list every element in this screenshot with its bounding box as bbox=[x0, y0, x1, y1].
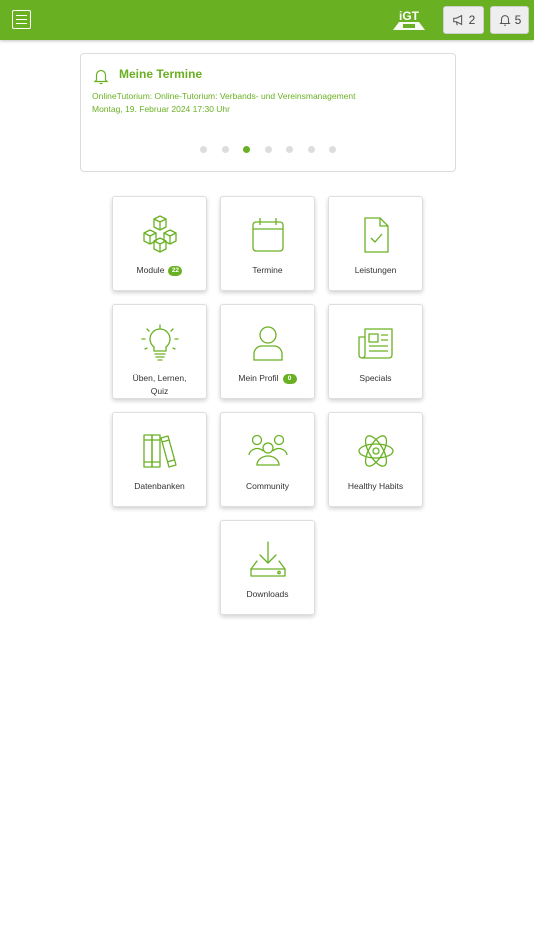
appointment-event[interactable]: OnlineTutorium: Online-Tutorium: Verband… bbox=[92, 91, 355, 101]
download-icon bbox=[250, 541, 286, 577]
tile-downloads[interactable]: Downloads bbox=[220, 520, 315, 615]
tile-label: Leistungen bbox=[354, 265, 397, 275]
atom-icon bbox=[358, 435, 394, 467]
pager-dot-active[interactable] bbox=[243, 146, 250, 153]
lightbulb-icon bbox=[141, 324, 179, 361]
bell-icon bbox=[499, 15, 511, 26]
tile-label: Mein Profil 0 bbox=[223, 372, 312, 385]
pager-dot[interactable] bbox=[329, 146, 336, 153]
announcements-button[interactable]: 2 bbox=[443, 6, 484, 34]
tile-healthy-habits[interactable]: Healthy Habits bbox=[328, 412, 423, 507]
svg-text:iGT: iGT bbox=[399, 9, 420, 23]
top-bar: iGT 2 5 bbox=[0, 0, 534, 40]
tile-label: Module 22 bbox=[115, 264, 204, 277]
calendar-icon bbox=[252, 218, 284, 252]
tile-termine[interactable]: Termine bbox=[220, 196, 315, 291]
tile-label: Specials bbox=[359, 373, 392, 383]
group-icon bbox=[248, 434, 288, 466]
tile-label: Üben, Lernen, Quiz bbox=[132, 373, 187, 396]
tile-datenbanken[interactable]: Datenbanken bbox=[112, 412, 207, 507]
pager-dot[interactable] bbox=[307, 146, 315, 153]
tile-ueben[interactable]: Üben, Lernen, Quiz bbox=[112, 304, 207, 399]
document-check-icon bbox=[364, 217, 389, 253]
user-icon bbox=[253, 326, 283, 361]
appointments-card[interactable]: Meine Termine OnlineTutorium: Online-Tut… bbox=[80, 53, 456, 172]
tile-leistungen[interactable]: Leistungen bbox=[328, 196, 423, 291]
profile-count-badge: 0 bbox=[282, 374, 297, 384]
megaphone-icon bbox=[452, 14, 462, 26]
announcements-count: 2 bbox=[468, 13, 476, 27]
tile-mein-profil[interactable]: Mein Profil 0 bbox=[220, 304, 315, 399]
tile-community[interactable]: Community bbox=[220, 412, 315, 507]
pager-dot[interactable] bbox=[200, 146, 207, 153]
pager-dot[interactable] bbox=[264, 146, 272, 153]
appointments-title: Meine Termine bbox=[119, 67, 203, 81]
pager-dot[interactable] bbox=[286, 146, 293, 153]
module-count-badge: 22 bbox=[168, 266, 183, 276]
books-icon bbox=[143, 434, 177, 468]
carousel-pager bbox=[81, 146, 455, 153]
tile-label: Community bbox=[246, 481, 289, 491]
appointment-datetime: Montag, 19. Februar 2024 17:30 Uhr bbox=[92, 104, 230, 114]
bell-icon bbox=[93, 69, 109, 85]
tile-label: Termine bbox=[252, 265, 283, 275]
hamburger-icon[interactable] bbox=[12, 10, 31, 29]
tile-specials[interactable]: Specials bbox=[328, 304, 423, 399]
tile-label: Healthy Habits bbox=[347, 481, 404, 491]
notifications-button[interactable]: 5 bbox=[490, 6, 529, 34]
cubes-icon bbox=[143, 215, 177, 253]
logo[interactable]: iGT bbox=[391, 8, 427, 32]
tile-label: Datenbanken bbox=[134, 481, 185, 491]
tile-label: Downloads bbox=[246, 589, 289, 599]
notifications-count: 5 bbox=[514, 13, 522, 27]
pager-dot[interactable] bbox=[221, 146, 229, 153]
newspaper-icon bbox=[358, 328, 393, 359]
tile-module[interactable]: Module 22 bbox=[112, 196, 207, 291]
